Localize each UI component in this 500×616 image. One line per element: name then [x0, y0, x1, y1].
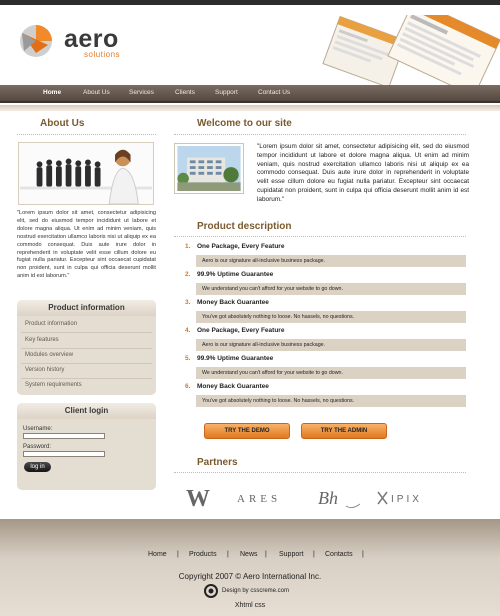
- client-login-heading: Client login: [17, 403, 156, 419]
- item-number: 5.: [185, 355, 191, 362]
- partner-bh-text: Bh: [318, 488, 338, 508]
- screenshots-illustration: [322, 15, 500, 90]
- copyright-text: Copyright 2007 © Aero International Inc.: [178, 572, 322, 581]
- partner-ipix-logo: IPIX: [377, 491, 422, 505]
- partner-w-logo: W: [186, 486, 210, 512]
- validation-links[interactable]: Xhtml css: [0, 602, 500, 609]
- item-number: 3.: [185, 299, 191, 306]
- client-login-panel: Client login Username: Password:: [17, 403, 156, 490]
- partners-heading: Partners: [197, 457, 238, 468]
- separator: [21, 332, 152, 333]
- password-label: Password:: [23, 444, 52, 450]
- footer-separator: |: [265, 551, 267, 558]
- item-description: Aero is our signature all-inclusive busi…: [202, 342, 326, 348]
- nav-contact-us[interactable]: Contact Us: [258, 89, 290, 96]
- footer-news-link[interactable]: News: [240, 551, 258, 558]
- header: aero solutions: [0, 5, 500, 90]
- footer-support-link[interactable]: Support: [279, 551, 304, 558]
- footer-products-link[interactable]: Products: [189, 551, 217, 558]
- footer-separator: |: [227, 551, 229, 558]
- nav-about-us[interactable]: About Us: [83, 89, 110, 96]
- design-credit-link[interactable]: Design by csscreme.com: [222, 588, 289, 594]
- design-logo-icon: [204, 584, 218, 598]
- separator: [21, 348, 152, 349]
- footer-separator: |: [177, 551, 179, 558]
- nav-shadow-bar: [0, 105, 500, 111]
- item-description: We understand you can't afford for your …: [202, 286, 343, 292]
- item-title: 99.9% Uptime Guarantee: [197, 355, 274, 362]
- partner-ares-text: ARES: [237, 493, 281, 505]
- separator: [21, 378, 152, 379]
- product-description-heading: Product description: [197, 221, 292, 232]
- nav-clients[interactable]: Clients: [175, 89, 195, 96]
- item-description-bar: We understand you can't afford for your …: [196, 367, 466, 379]
- footer-separator: |: [313, 551, 315, 558]
- item-description: We understand you can't afford for your …: [202, 370, 343, 376]
- item-title: Money Back Guarantee: [197, 383, 269, 390]
- main-nav: Home About Us Services Clients Support C…: [0, 85, 500, 103]
- product-divider: [174, 236, 466, 237]
- about-us-heading: About Us: [40, 118, 85, 129]
- partner-ipix-text: IPIX: [391, 494, 422, 505]
- item-description: You've got absolutely nothing to loose. …: [202, 398, 355, 404]
- item-description-bar: Aero is our signature all-inclusive busi…: [196, 255, 466, 267]
- about-text: "Lorem ipsum dolor sit amet, consectetur…: [17, 210, 156, 280]
- product-info-link[interactable]: Product information: [25, 321, 77, 327]
- password-field[interactable]: [23, 451, 105, 457]
- item-description: You've got absolutely nothing to loose. …: [202, 314, 355, 320]
- item-description-bar: We understand you can't afford for your …: [196, 283, 466, 295]
- business-people-image: [18, 142, 154, 205]
- item-number: 6.: [185, 383, 191, 390]
- welcome-text: "Lorem ipsum dolor sit amet, consectetur…: [257, 143, 469, 203]
- office-building-image: [174, 143, 244, 194]
- product-info-heading: Product information: [17, 300, 156, 316]
- item-description-bar: You've got absolutely nothing to loose. …: [196, 395, 466, 407]
- username-field[interactable]: [23, 433, 105, 439]
- item-number: 1.: [185, 243, 191, 250]
- item-description: Aero is our signature all-inclusive busi…: [202, 258, 326, 264]
- item-title: Money Back Guarantee: [197, 299, 269, 306]
- separator: [21, 363, 152, 364]
- item-number: 4.: [185, 327, 191, 334]
- footer-contacts-link[interactable]: Contacts: [325, 551, 353, 558]
- item-description-bar: Aero is our signature all-inclusive busi…: [196, 339, 466, 351]
- username-label: Username:: [23, 426, 53, 432]
- partner-ares-logo: ARES: [237, 493, 281, 505]
- item-description-bar: You've got absolutely nothing to loose. …: [196, 311, 466, 323]
- item-number: 2.: [185, 271, 191, 278]
- version-history-link[interactable]: Version history: [25, 367, 64, 373]
- item-title: 99.9% Uptime Guarantee: [197, 271, 274, 278]
- item-title: One Package, Every Feature: [197, 327, 285, 334]
- modules-overview-link[interactable]: Modules overview: [25, 352, 73, 358]
- welcome-divider: [174, 134, 466, 135]
- system-requirements-link[interactable]: System requirements: [25, 382, 82, 388]
- partners-divider: [174, 472, 466, 473]
- nav-home[interactable]: Home: [43, 89, 61, 96]
- try-admin-button[interactable]: TRY THE ADMIN: [301, 423, 387, 439]
- footer-home-link[interactable]: Home: [148, 551, 167, 558]
- nav-services[interactable]: Services: [129, 89, 154, 96]
- about-divider: [17, 134, 156, 135]
- login-button[interactable]: log in: [24, 462, 51, 472]
- aero-logo-icon: [20, 25, 52, 57]
- welcome-heading: Welcome to our site: [197, 118, 292, 129]
- nav-support[interactable]: Support: [215, 89, 238, 96]
- product-info-panel: Product information Product information …: [17, 300, 156, 395]
- key-features-link[interactable]: Key features: [25, 337, 59, 343]
- footer-separator: |: [362, 551, 364, 558]
- item-title: One Package, Every Feature: [197, 243, 285, 250]
- brand-tagline: solutions: [84, 50, 121, 59]
- partner-bh-logo: Bh: [318, 488, 361, 509]
- partner-w-text: W: [186, 486, 210, 512]
- try-demo-button[interactable]: TRY THE DEMO: [204, 423, 290, 439]
